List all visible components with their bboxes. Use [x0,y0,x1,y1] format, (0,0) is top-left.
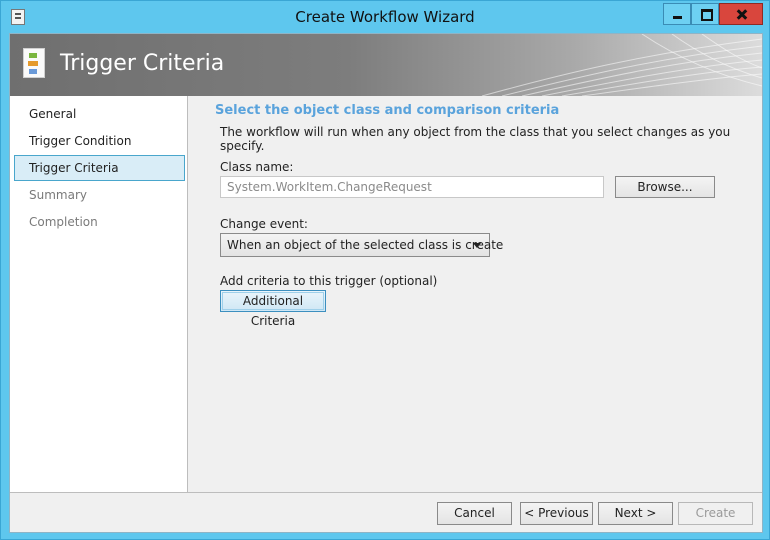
nav-item-summary: Summary [29,188,87,202]
class-name-label: Class name: [220,160,294,174]
page-banner: Trigger Criteria [10,34,762,96]
section-heading: Select the object class and comparison c… [215,103,560,118]
previous-button[interactable]: < Previous [520,502,593,525]
nav-item-trigger-condition[interactable]: Trigger Condition [14,128,185,154]
minimize-button[interactable] [663,3,691,25]
workflow-icon [23,48,45,78]
chevron-down-icon [473,243,481,248]
nav-item-trigger-criteria[interactable]: Trigger Criteria [14,155,185,181]
next-button[interactable]: Next > [598,502,673,525]
page-title: Trigger Criteria [60,51,225,76]
section-description: The workflow will run when any object fr… [220,125,731,153]
window-title: Create Workflow Wizard [295,8,475,26]
maximize-button[interactable] [691,3,719,25]
nav-item-completion: Completion [29,215,98,229]
criteria-label: Add criteria to this trigger (optional) [220,274,438,288]
cancel-button[interactable]: Cancel [437,502,512,525]
change-event-label: Change event: [220,217,308,231]
main-panel: Select the object class and comparison c… [188,96,762,492]
class-name-field[interactable]: System.WorkItem.ChangeRequest [220,176,604,198]
wizard-client-area: Trigger Criteria General Trigger Conditi… [9,33,763,533]
title-bar[interactable]: Create Workflow Wizard [1,1,769,33]
change-event-value: When an object of the selected class is … [227,238,504,252]
change-event-dropdown[interactable]: When an object of the selected class is … [220,233,503,257]
wizard-window: Create Workflow Wizard Trigger Criteria … [0,0,770,540]
close-button[interactable] [719,3,763,25]
banner-decoration [481,34,762,96]
wizard-footer: Cancel < Previous Next > Create [10,492,762,532]
create-button: Create [678,502,753,525]
nav-item-general[interactable]: General [14,101,185,127]
additional-criteria-button[interactable]: Additional Criteria [220,290,326,328]
wizard-step-nav: General Trigger Condition Trigger Criter… [10,96,188,492]
browse-button[interactable]: Browse... [615,176,715,198]
